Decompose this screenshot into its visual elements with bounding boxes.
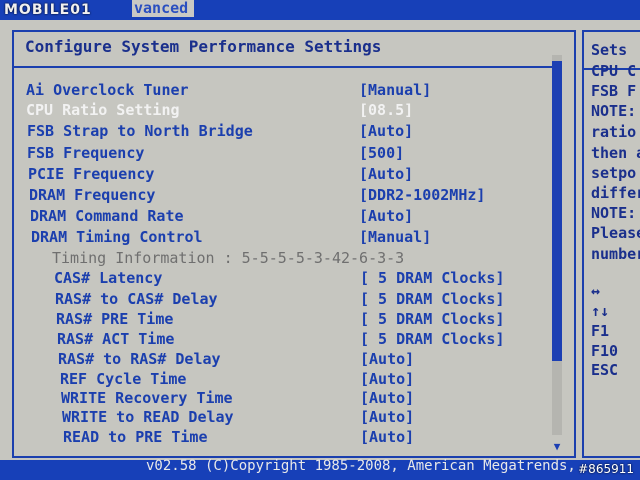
title-divider [14,66,562,68]
key-f1: F1 [591,322,610,340]
copyright-text: v02.58 (C)Copyright 1985-2008, American … [146,458,576,474]
help-line: FSB F [591,82,637,100]
help-line: CPU C [591,62,637,80]
timing-value[interactable]: [ 5 DRAM Clocks] [360,330,505,348]
setting-fsb-strap[interactable]: FSB Strap to North Bridge [Auto] [27,122,467,142]
setting-label: FSB Frequency [27,144,145,162]
photo-id: #865911 [578,462,634,476]
timing-value[interactable]: [ 5 DRAM Clocks] [360,310,505,328]
setting-label: CPU Ratio Setting [26,101,180,119]
setting-label: Ai Overclock Tuner [26,81,189,99]
setting-label: DRAM Timing Control [31,228,203,246]
setting-fsb-frequency[interactable]: FSB Frequency [500] [27,144,467,164]
scroll-down-arrow-icon[interactable]: ▼ [552,440,562,453]
setting-pcie-frequency[interactable]: PCIE Frequency [Auto] [28,165,468,185]
timing-label: RAS# ACT Time [57,330,175,348]
timing-value[interactable]: [Auto] [360,350,414,368]
scrollbar-thumb[interactable] [552,61,562,361]
key-esc: ESC [591,361,619,379]
setting-label: PCIE Frequency [28,165,155,183]
key-select-item-icon: ↑↓ [591,302,610,320]
timing-label: RAS# to RAS# Delay [58,350,221,368]
timing-write-to-read-delay[interactable]: WRITE to READ Delay [Auto] [62,408,502,428]
timing-ras-pre-time[interactable]: RAS# PRE Time [ 5 DRAM Clocks] [56,310,526,330]
setting-label: FSB Strap to North Bridge [27,122,253,140]
help-line: differ [591,184,640,202]
top-menu-bar: vanced [0,0,640,20]
timing-write-recovery-time[interactable]: WRITE Recovery Time [Auto] [61,389,501,409]
setting-dram-timing-control[interactable]: DRAM Timing Control [Manual] [31,228,471,248]
help-line: NOTE: [591,204,637,222]
setting-ai-overclock-tuner[interactable]: Ai Overclock Tuner [Manual] [26,81,466,101]
timing-ras-to-cas-delay[interactable]: RAS# to CAS# Delay [ 5 DRAM Clocks] [55,290,525,310]
setting-value[interactable]: [DDR2-1002MHz] [359,186,485,204]
timing-value[interactable]: [ 5 DRAM Clocks] [360,269,505,287]
help-title: Sets [591,41,628,59]
help-line: then a [591,144,640,162]
help-line: number [591,245,640,263]
timing-label: READ to PRE Time [63,428,208,446]
setting-value[interactable]: [Auto] [359,207,413,225]
timing-ras-act-time[interactable]: RAS# ACT Time [ 5 DRAM Clocks] [57,330,527,350]
tab-advanced[interactable]: vanced [132,0,195,17]
timing-label: CAS# Latency [54,269,163,287]
setting-dram-command-rate[interactable]: DRAM Command Rate [Auto] [30,207,470,227]
bios-screen: vanced MOBILE01 Configure System Perform… [0,0,640,480]
timing-label: RAS# PRE Time [56,310,174,328]
timing-value[interactable]: [Auto] [360,389,414,407]
help-line: NOTE: [591,102,637,120]
timing-label: RAS# to CAS# Delay [55,290,218,308]
timing-ref-cycle-time[interactable]: REF Cycle Time [Auto] [60,370,500,390]
setting-label: DRAM Frequency [29,186,156,204]
timing-read-to-pre-time[interactable]: READ to PRE Time [Auto] [63,428,503,448]
help-line: ratio [591,123,637,141]
setting-cpu-ratio: CPU Ratio Setting [08.5] [26,101,466,121]
watermark-logo: MOBILE01 [4,2,92,18]
timing-value[interactable]: [ 5 DRAM Clocks] [360,290,505,308]
setting-value[interactable]: [Auto] [359,165,413,183]
scrollbar[interactable] [552,55,562,435]
timing-value[interactable]: [Auto] [360,408,414,426]
timing-ras-to-ras-delay[interactable]: RAS# to RAS# Delay [Auto] [58,350,498,370]
timing-information: Timing Information : 5-5-5-5-3-42-6-3-3 [52,249,405,267]
help-line: Please [591,224,640,242]
setting-value[interactable]: [Auto] [359,122,413,140]
key-select-screen-icon: ↔ [591,282,601,300]
help-line: setpo [591,164,637,182]
setting-value[interactable]: [Manual] [359,228,431,246]
key-f10: F10 [591,342,619,360]
timing-cas-latency[interactable]: CAS# Latency [ 5 DRAM Clocks] [54,269,524,289]
setting-value[interactable]: [500] [359,144,404,162]
setting-value: [08.5] [359,101,414,119]
timing-label: WRITE Recovery Time [61,389,233,407]
timing-label: WRITE to READ Delay [62,408,234,426]
page-title: Configure System Performance Settings [25,37,382,56]
setting-value[interactable]: [Manual] [359,81,431,99]
timing-value[interactable]: [Auto] [360,370,414,388]
timing-value[interactable]: [Auto] [360,428,414,446]
setting-label: DRAM Command Rate [30,207,184,225]
setting-dram-frequency[interactable]: DRAM Frequency [DDR2-1002MHz] [29,186,509,206]
timing-label: REF Cycle Time [60,370,187,388]
